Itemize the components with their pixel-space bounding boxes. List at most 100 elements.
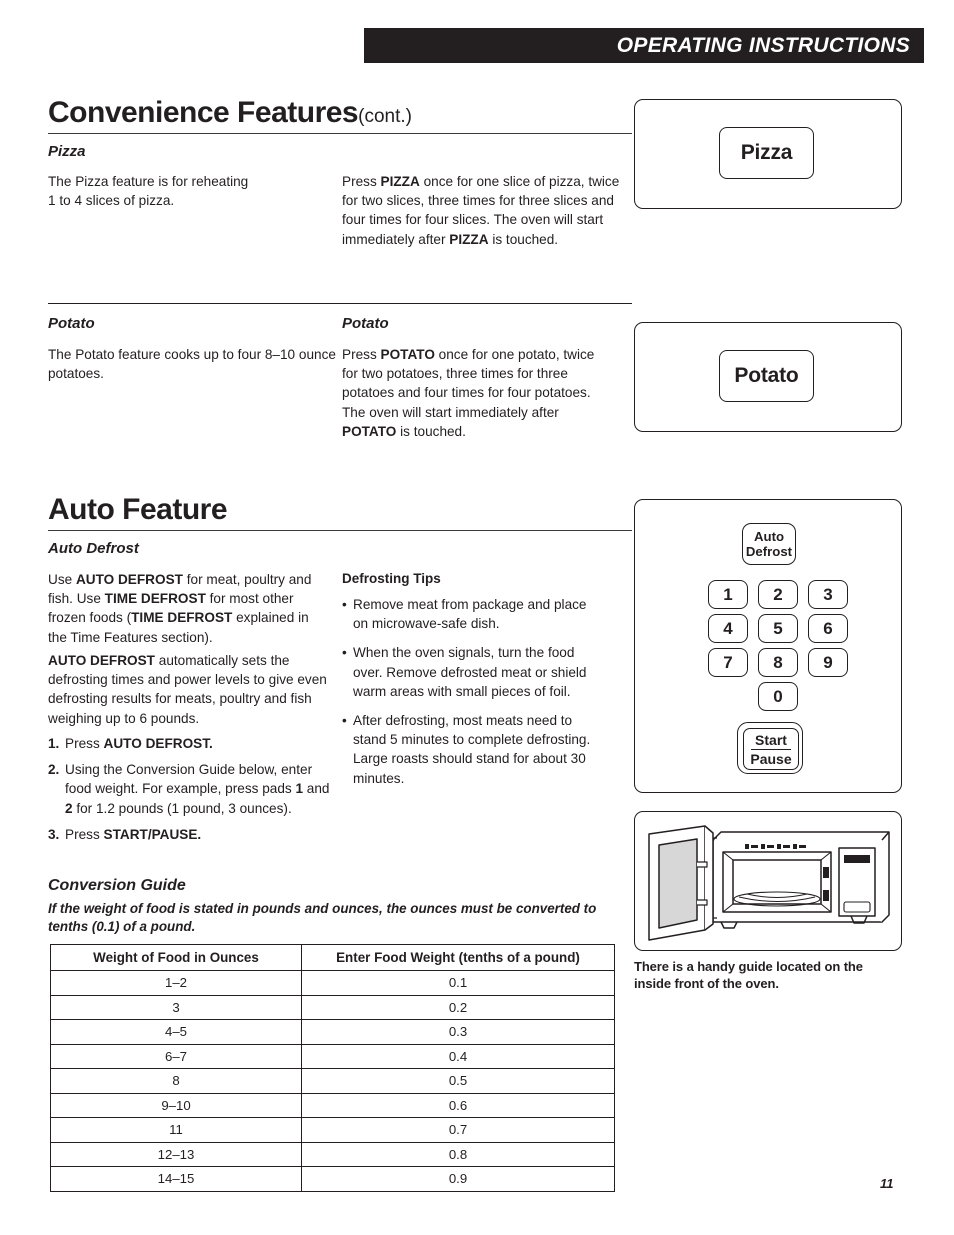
list-item-number: 2. (48, 762, 60, 778)
list-item-text: Using the Conversion Guide below, enter … (65, 762, 330, 816)
oven-illustration-panel (634, 811, 904, 953)
cell-weight-ounces: 11 (50, 1117, 302, 1143)
auto-defrost-paragraph-2: AUTO DEFROST automatically sets the defr… (48, 653, 327, 726)
manual-page: OPERATING INSTRUCTIONS Convenience Featu… (0, 0, 954, 1235)
auto-defrost-key-line1: Auto (753, 529, 785, 544)
conversion-guide-title: Conversion Guide (48, 877, 186, 894)
conversion-guide-table-body: 1–2 0.1 3 0.2 4–5 0.3 6–7 0.4 8 0.5 9–10 0.6 11 0.7 12… (50, 970, 615, 1192)
conversion-guide-table: Weight of Food in Ounces Enter Food Weig… (50, 944, 615, 1192)
list-item-text: Press START/PAUSE. (65, 826, 202, 842)
numpad-key-1-label: 1 (723, 584, 733, 604)
section-title-text: Convenience Features (48, 96, 359, 129)
table-row: 14–15 0.9 (50, 1166, 615, 1192)
numpad-key-8-label: 8 (773, 652, 783, 672)
potato-key[interactable]: Potato (719, 350, 816, 404)
section-divider-auto-feature (48, 530, 632, 531)
oven-illustration-caption: There is a handy guide located on the in… (634, 959, 863, 991)
page-header-bar: OPERATING INSTRUCTIONS (364, 28, 924, 63)
start-pause-key-bezel: Start Pause (737, 722, 805, 776)
table-row: 11 0.7 (50, 1117, 615, 1143)
cell-weight-ounces: 1–2 (50, 970, 302, 996)
conversion-guide-note: If the weight of food is stated in pound… (48, 901, 597, 934)
pizza-left-description: The Pizza feature is for reheating 1 to 4… (48, 174, 249, 209)
bullet-icon: • (342, 597, 347, 612)
numpad-key-4[interactable]: 4 (708, 614, 750, 645)
defrosting-tips-list: • Remove meat from package and place on m… (342, 595, 604, 798)
subheading-pizza: Pizza (48, 143, 86, 160)
section-title-text: Auto Feature (48, 493, 228, 526)
bullet-icon: • (342, 645, 347, 661)
numpad-key-5[interactable]: 5 (758, 614, 800, 645)
table-row: 1–2 0.1 (50, 970, 615, 996)
cell-food-weight: 0.4 (301, 1043, 615, 1069)
auto-defrost-steps: 1. Press AUTO DEFROST. 2. Using the Convers… (48, 734, 338, 851)
numpad-key-2[interactable]: 2 (758, 580, 800, 611)
list-item: 1. Press AUTO DEFROST. (48, 734, 338, 753)
heading-defrosting-tips: Defrosting Tips (342, 571, 441, 586)
auto-defrost-key[interactable]: Auto Defrost (742, 523, 798, 567)
numpad-key-3[interactable]: 3 (808, 580, 850, 611)
cell-weight-ounces: 8 (50, 1068, 302, 1094)
start-pause-key-pause-label: Pause (750, 750, 792, 767)
section-title-convenience-features: Convenience Features(cont.) (48, 96, 412, 130)
section-title-cont: (cont.) (358, 106, 412, 127)
section-title-auto-feature: Auto Feature (48, 493, 228, 527)
cell-weight-ounces: 14–15 (50, 1166, 302, 1192)
potato-key-label: Potato (734, 364, 799, 387)
list-item: 3. Press START/PAUSE. (48, 825, 338, 844)
pizza-right-description: Press PIZZA once for one slice of pizza,… (342, 174, 620, 247)
list-item: • Remove meat from package and place on m… (342, 595, 604, 633)
list-item: • After defrosting, most meats need to st… (342, 711, 604, 788)
page-number: 11 (880, 1176, 894, 1191)
cell-food-weight: 0.1 (301, 970, 615, 996)
numpad-key-7[interactable]: 7 (708, 648, 750, 679)
pizza-key[interactable]: Pizza (719, 127, 816, 181)
table-row: 9–10 0.6 (50, 1092, 615, 1118)
table-row: 12–13 0.8 (50, 1141, 615, 1167)
potato-control-panel: Potato (634, 322, 904, 434)
numpad-key-0[interactable]: 0 (758, 682, 800, 713)
subheading-auto-defrost: Auto Defrost (48, 540, 139, 557)
cell-food-weight: 0.6 (301, 1092, 615, 1118)
numpad-key-7-label: 7 (723, 652, 733, 672)
table-header-row: Weight of Food in Ounces Enter Food Weig… (50, 944, 615, 971)
column-header-food-weight: Enter Food Weight (tenths of a pound) (301, 944, 615, 971)
microwave-oven-illustration (648, 825, 890, 941)
numpad-key-9-label: 9 (823, 652, 833, 672)
list-item-text: Remove meat from package and place on mi… (353, 597, 587, 632)
list-item-text: After defrosting, most meats need to sta… (353, 713, 591, 786)
table-row: 4–5 0.3 (50, 1019, 615, 1045)
auto-defrost-key-line2: Defrost (745, 544, 793, 559)
cell-food-weight: 0.2 (301, 994, 615, 1020)
cell-food-weight: 0.5 (301, 1068, 615, 1094)
cell-food-weight: 0.9 (301, 1166, 615, 1192)
cell-weight-ounces: 4–5 (50, 1019, 302, 1045)
potato-right-description: Press POTATO once for one potato, twice … (342, 347, 595, 439)
numpad-key-8[interactable]: 8 (758, 648, 800, 679)
numpad-key-9[interactable]: 9 (808, 648, 850, 679)
cell-weight-ounces: 3 (50, 994, 302, 1020)
pizza-control-panel: Pizza (634, 99, 904, 211)
numpad-key-1[interactable]: 1 (708, 580, 750, 611)
numpad-key-0-label: 0 (773, 686, 783, 706)
list-item-text: Press AUTO DEFROST. (65, 736, 213, 751)
start-pause-key-divider (751, 748, 791, 750)
list-item-text: When the oven signals, turn the food ove… (353, 645, 587, 699)
cell-weight-ounces: 6–7 (50, 1043, 302, 1069)
section-divider-potato (48, 303, 632, 304)
numpad-key-6[interactable]: 6 (808, 614, 850, 645)
cell-food-weight: 0.3 (301, 1019, 615, 1045)
column-header-weight-ounces: Weight of Food in Ounces (50, 944, 302, 971)
start-pause-key[interactable]: Start Pause (743, 728, 801, 772)
numpad-key-6-label: 6 (823, 618, 833, 638)
potato-left-description: The Potato feature cooks up to four 8–10… (48, 347, 336, 382)
table-row: 6–7 0.4 (50, 1043, 615, 1069)
numpad-key-3-label: 3 (823, 584, 833, 604)
table-row: 8 0.5 (50, 1068, 615, 1094)
auto-defrost-paragraph-1: Use AUTO DEFROST for meat, poultry and f… (48, 572, 312, 645)
list-item: • When the oven signals, turn the food ov… (342, 643, 604, 701)
numpad-key-2-label: 2 (773, 584, 783, 604)
section-divider-convenience (48, 133, 632, 134)
table-row: 3 0.2 (50, 994, 615, 1020)
numpad-key-5-label: 5 (773, 618, 783, 638)
